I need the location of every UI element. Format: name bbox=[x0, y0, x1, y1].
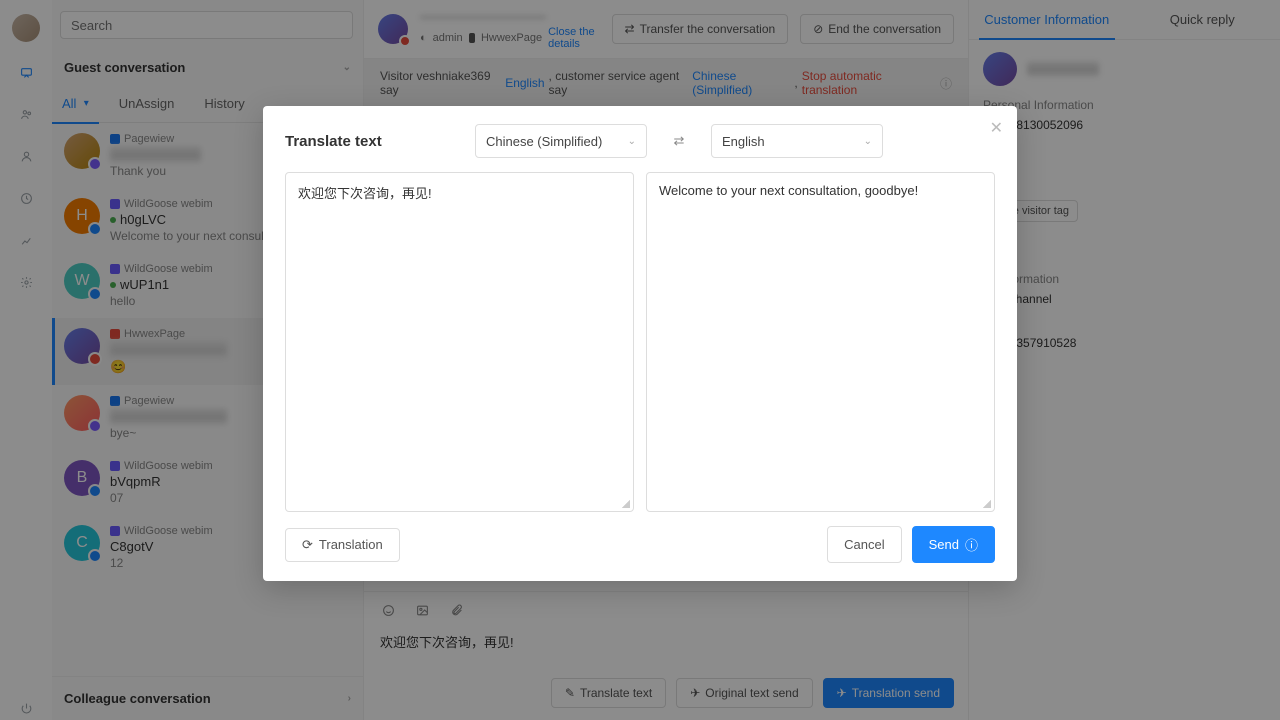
cancel-button[interactable]: Cancel bbox=[827, 526, 901, 563]
source-language-select[interactable]: Chinese (Simplified)⌄ bbox=[475, 124, 647, 158]
modal-title: Translate text bbox=[285, 133, 455, 150]
target-textarea[interactable]: Welcome to your next consultation, goodb… bbox=[646, 172, 995, 512]
source-textarea[interactable]: 欢迎您下次咨询，再见! bbox=[285, 172, 634, 512]
translate-modal: ✕ Translate text Chinese (Simplified)⌄ ⇄… bbox=[263, 106, 1017, 581]
close-icon[interactable]: ✕ bbox=[990, 118, 1003, 138]
refresh-icon: ⟳ bbox=[302, 537, 313, 553]
translation-button[interactable]: ⟳Translation bbox=[285, 528, 400, 562]
help-icon: ⓘ bbox=[965, 535, 978, 554]
chevron-down-icon: ⌄ bbox=[628, 136, 636, 147]
send-button[interactable]: Send ⓘ bbox=[912, 526, 995, 563]
swap-languages-icon[interactable]: ⇄ bbox=[667, 129, 691, 153]
target-language-select[interactable]: English⌄ bbox=[711, 124, 883, 158]
modal-overlay[interactable]: ✕ Translate text Chinese (Simplified)⌄ ⇄… bbox=[0, 0, 1280, 720]
chevron-down-icon: ⌄ bbox=[864, 136, 872, 147]
